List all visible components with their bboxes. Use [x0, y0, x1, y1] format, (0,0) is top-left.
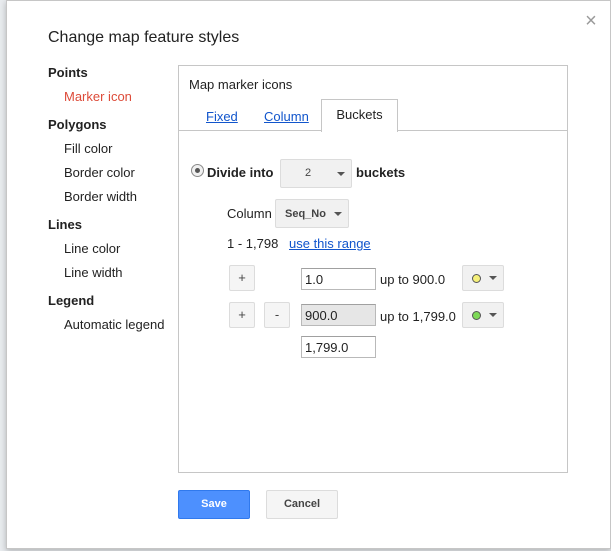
nav-group-points: Points [48, 65, 88, 80]
tab-buckets[interactable]: Buckets [321, 99, 398, 132]
save-button[interactable]: Save [178, 490, 250, 519]
nav-item-border-width[interactable]: Border width [64, 187, 178, 211]
bucket-1-upto: up to 900.0 [380, 272, 446, 287]
remove-bucket-button[interactable]: - [264, 302, 290, 328]
column-dropdown[interactable]: Seq_No [275, 199, 349, 228]
chevron-down-icon [337, 171, 345, 176]
nav-group-legend: Legend [48, 293, 95, 308]
bucket-2-upto: up to 1,799.0 [380, 309, 456, 324]
bucket-count-dropdown[interactable]: 2 [280, 159, 352, 188]
column-value: Seq_No [285, 208, 326, 220]
change-styles-dialog: × Change map feature styles Points Marke… [6, 0, 611, 549]
nav-group-polygons: Polygons [48, 117, 107, 132]
green-marker-icon [472, 311, 481, 320]
buckets-label: buckets [356, 165, 406, 180]
bucket-1-from-input[interactable] [301, 268, 376, 290]
bucket-last-input[interactable] [301, 336, 376, 358]
chevron-down-icon [489, 313, 497, 317]
dialog-title: Change map feature styles [48, 29, 240, 46]
nav-item-line-color[interactable]: Line color [64, 239, 178, 263]
column-label: Column [227, 206, 272, 221]
marker-icons-panel: Map marker icons Fixed Column Buckets Di… [178, 65, 568, 473]
style-nav: Points Marker icon Polygons Fill color B… [48, 63, 178, 339]
close-icon[interactable]: × [581, 11, 601, 31]
nav-item-fill-color[interactable]: Fill color [64, 139, 178, 163]
range-text: 1 - 1,798 [227, 236, 279, 251]
tab-column[interactable]: Column [264, 108, 309, 130]
chevron-down-icon [334, 211, 342, 216]
nav-item-marker-icon[interactable]: Marker icon [64, 87, 178, 111]
divide-into-label: Divide into [207, 165, 274, 180]
use-range-link[interactable]: use this range [289, 236, 371, 251]
bucket-1-color-dropdown[interactable] [462, 265, 504, 291]
tab-fixed[interactable]: Fixed [206, 108, 238, 130]
cancel-button[interactable]: Cancel [266, 490, 338, 519]
chevron-down-icon [489, 276, 497, 280]
panel-title: Map marker icons [189, 77, 293, 92]
nav-item-line-width[interactable]: Line width [64, 263, 178, 287]
divide-radio[interactable] [191, 164, 204, 177]
nav-item-automatic-legend[interactable]: Automatic legend [64, 315, 178, 339]
add-bucket-button[interactable]: + [229, 302, 255, 328]
nav-group-lines: Lines [48, 217, 82, 232]
bucket-count-value: 2 [305, 167, 312, 179]
bucket-2-color-dropdown[interactable] [462, 302, 504, 328]
add-bucket-button[interactable]: + [229, 265, 255, 291]
bucket-2-from-input[interactable] [301, 304, 376, 326]
nav-item-border-color[interactable]: Border color [64, 163, 178, 187]
yellow-marker-icon [472, 274, 481, 283]
